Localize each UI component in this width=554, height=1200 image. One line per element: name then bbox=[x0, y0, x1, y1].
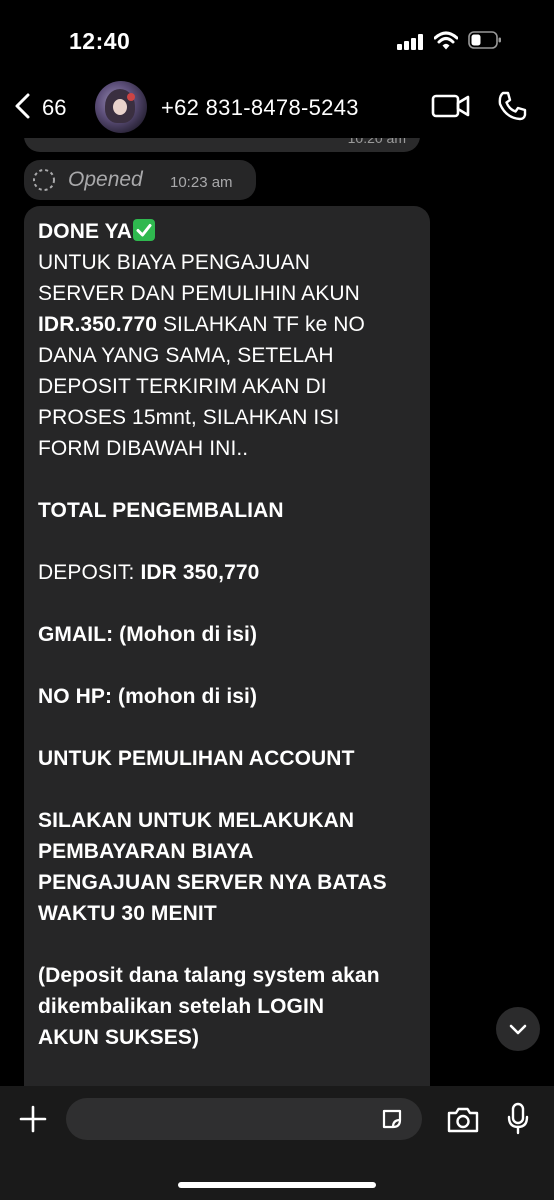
message-line: UNTUK PEMULIHAN ACCOUNT bbox=[38, 747, 355, 770]
wifi-icon bbox=[434, 31, 458, 50]
back-chevron-icon[interactable] bbox=[12, 92, 34, 120]
chevron-down-icon bbox=[509, 1024, 527, 1035]
message-line: SILAKAN UNTUK MELAKUKAN bbox=[38, 809, 355, 832]
message-line: (Deposit dana talang system akan bbox=[38, 964, 380, 987]
message-line: DEPOSIT: bbox=[38, 561, 141, 584]
message-line: dikembalikan setelah LOGIN bbox=[38, 995, 325, 1018]
message-line: PEMBAYARAN BIAYA bbox=[38, 840, 254, 863]
back-unread-count[interactable]: 66 bbox=[42, 95, 66, 121]
camera-icon[interactable] bbox=[446, 1106, 480, 1134]
status-bar: 12:40 bbox=[0, 0, 554, 80]
message-time: 10:20 am bbox=[347, 138, 406, 146]
battery-icon bbox=[468, 31, 501, 49]
chat-header: 66 +62 831-8478-5243 bbox=[0, 80, 554, 138]
message-line: NO HP: (mohon di isi) bbox=[38, 685, 258, 708]
chat-area[interactable]: 10:20 am Opened 10:23 am DONE YA UNTUK B… bbox=[0, 138, 554, 1086]
message-text: DONE YA UNTUK BIAYA PENGAJUAN SERVER DAN… bbox=[38, 216, 424, 1053]
sticker-icon[interactable] bbox=[380, 1107, 404, 1131]
previous-message-bubble[interactable]: 10:20 am bbox=[24, 138, 420, 152]
message-line: DONE YA bbox=[38, 220, 133, 243]
message-line: GMAIL: (Mohon di isi) bbox=[38, 623, 258, 646]
opened-status-pill: Opened 10:23 am bbox=[24, 160, 256, 200]
scroll-to-bottom-button[interactable] bbox=[496, 1007, 540, 1051]
clock: 12:40 bbox=[69, 28, 131, 54]
cellular-signal-icon bbox=[397, 34, 425, 50]
plus-icon[interactable] bbox=[18, 1104, 48, 1134]
message-line: AKUN SUKSES) bbox=[38, 1026, 200, 1049]
message-heading: TOTAL PENGEMBALIAN bbox=[38, 499, 284, 522]
microphone-icon[interactable] bbox=[506, 1102, 530, 1136]
message-line: SILAHKAN TF ke NO bbox=[157, 313, 365, 336]
opened-spinner-icon bbox=[33, 169, 55, 191]
message-line: PROSES 15mnt, SILAHKAN ISI bbox=[38, 406, 340, 429]
contact-name[interactable]: +62 831-8478-5243 bbox=[161, 95, 359, 121]
message-line: FORM DIBAWAH INI.. bbox=[38, 437, 249, 460]
message-line: DEPOSIT TERKIRIM AKAN DI bbox=[38, 375, 327, 398]
message-amount: IDR.350.770 bbox=[38, 313, 158, 336]
video-call-icon[interactable] bbox=[431, 92, 471, 120]
opened-time: 10:23 am bbox=[170, 174, 233, 191]
phone-call-icon[interactable] bbox=[496, 90, 528, 122]
contact-avatar[interactable] bbox=[95, 81, 147, 133]
opened-label: Opened bbox=[68, 168, 143, 191]
deposit-amount: IDR 350,770 bbox=[140, 561, 260, 584]
composer-bar bbox=[0, 1086, 554, 1200]
message-line: PENGAJUAN SERVER NYA BATAS bbox=[38, 871, 387, 894]
message-input[interactable] bbox=[66, 1098, 422, 1140]
message-line: UNTUK BIAYA PENGAJUAN bbox=[38, 251, 311, 274]
home-indicator[interactable] bbox=[178, 1182, 376, 1188]
message-bubble[interactable]: DONE YA UNTUK BIAYA PENGAJUAN SERVER DAN… bbox=[24, 206, 430, 1086]
check-mark-icon bbox=[133, 219, 156, 241]
message-line: WAKTU 30 MENIT bbox=[38, 902, 217, 925]
message-line: SERVER DAN PEMULIHIN AKUN bbox=[38, 282, 360, 305]
message-line: DANA YANG SAMA, SETELAH bbox=[38, 344, 334, 367]
